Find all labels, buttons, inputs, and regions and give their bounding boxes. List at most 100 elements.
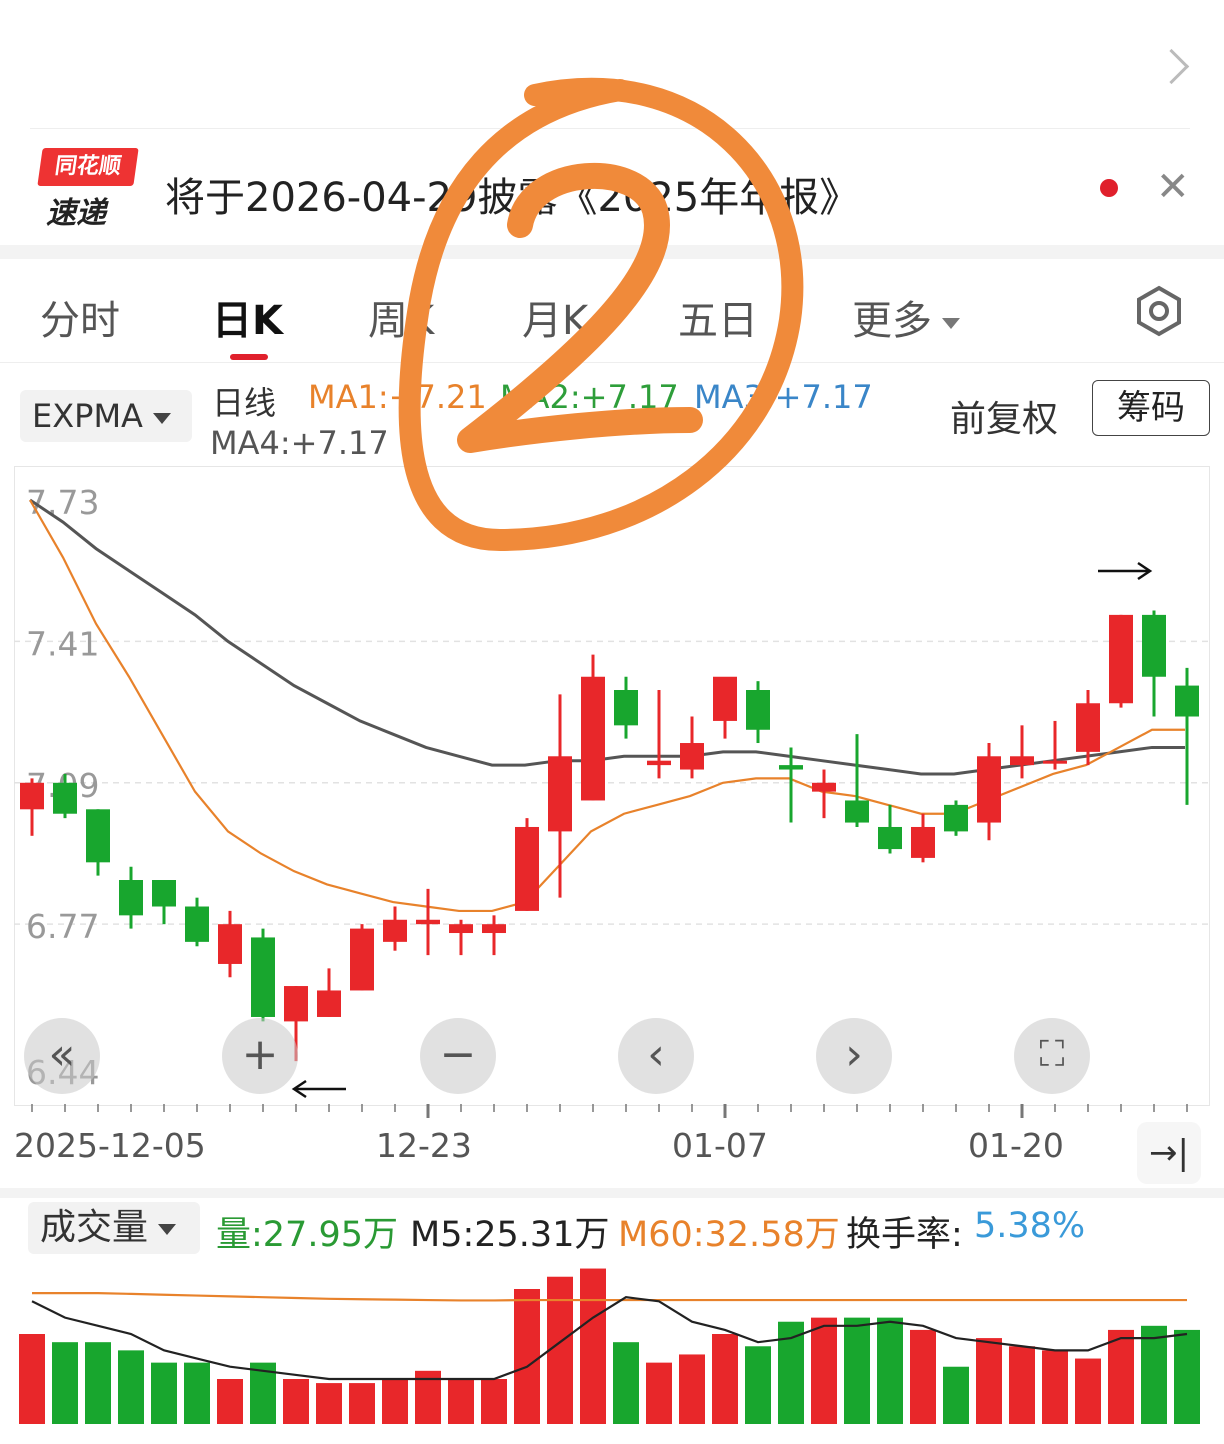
volume-bar — [1141, 1325, 1167, 1424]
candle-body — [515, 826, 539, 911]
divider-band — [0, 1188, 1224, 1198]
ma-dark-line — [29, 498, 1185, 776]
volume-bar — [514, 1289, 540, 1424]
candle-body — [482, 924, 506, 934]
candle-body — [977, 756, 1001, 823]
candle-body — [713, 676, 737, 721]
candle-body — [284, 986, 308, 1022]
volume-bar — [976, 1338, 1002, 1424]
fullscreen-button[interactable]: ⛶ — [1014, 1018, 1090, 1094]
zoom-in-button[interactable]: + — [222, 1018, 298, 1094]
candle-body — [845, 800, 869, 823]
zoom-out-button[interactable]: − — [420, 1018, 496, 1094]
volume-bar — [349, 1383, 375, 1424]
volume-bar — [679, 1354, 705, 1424]
volume-bar — [283, 1379, 309, 1424]
ma1-line — [29, 499, 1185, 913]
volume-indicator-select[interactable]: 成交量 — [28, 1202, 200, 1254]
candle-body — [350, 928, 374, 991]
turnover-value: 5.38% — [974, 1206, 1086, 1246]
candle-body — [152, 880, 176, 907]
candle-body — [86, 809, 110, 863]
price-tick-label: 7.41 — [26, 624, 99, 663]
candle-body — [779, 765, 803, 770]
date-label: 12-23 — [376, 1126, 472, 1165]
scroll-left-button[interactable]: ‹ — [618, 1018, 694, 1094]
candle-body — [317, 990, 341, 1017]
date-label-start: 2025-12-05 — [14, 1126, 206, 1165]
volume-title: 成交量 — [40, 1207, 149, 1248]
candlesticks — [20, 610, 1199, 1062]
volume-bar — [547, 1276, 573, 1424]
volume-bar — [151, 1362, 177, 1424]
candle-body — [680, 743, 704, 770]
date-label: 01-20 — [968, 1126, 1064, 1165]
circled-2-annotation — [398, 77, 804, 551]
candle-body — [1076, 703, 1100, 752]
candle-body — [119, 880, 143, 916]
candle-body — [647, 760, 671, 766]
candle-body — [218, 924, 242, 964]
volume-bar — [448, 1379, 474, 1424]
candle-body — [53, 782, 77, 814]
candle-body — [581, 676, 605, 801]
m5-value: M5:25.31万 — [410, 1215, 610, 1255]
volume-bar — [1108, 1329, 1134, 1424]
candle-body — [185, 906, 209, 942]
candle-body — [878, 826, 902, 850]
volume-bar — [85, 1342, 111, 1424]
price-tick-label: 7.73 — [26, 483, 99, 522]
arrow-left-icon — [291, 1079, 346, 1099]
volume-bar — [811, 1317, 837, 1424]
chevron-down-icon — [158, 1223, 177, 1235]
candle-body — [251, 937, 275, 1017]
candle-body — [20, 782, 44, 810]
volume-bar — [580, 1268, 606, 1424]
volume-bar — [217, 1379, 243, 1424]
candle-body — [1010, 756, 1034, 766]
volume-bar — [52, 1342, 78, 1424]
volume-bar — [118, 1350, 144, 1424]
candle-body — [911, 826, 935, 858]
scroll-right-button[interactable]: › — [816, 1018, 892, 1094]
price-tick-label: 6.77 — [26, 907, 99, 946]
volume-bar — [712, 1334, 738, 1424]
candle-body — [614, 690, 638, 726]
arrow-right-icon — [1098, 561, 1153, 581]
volume-bar — [382, 1379, 408, 1424]
scroll-far-left-button[interactable]: « — [24, 1018, 100, 1094]
volume-bar — [19, 1334, 45, 1424]
date-label: 01-07 — [672, 1126, 768, 1165]
volume-bar — [646, 1362, 672, 1424]
volume-bar — [1174, 1329, 1200, 1424]
volume-bar — [316, 1383, 342, 1424]
candle-body — [944, 804, 968, 832]
m60-value: M60:32.58万 — [618, 1215, 840, 1255]
volume-bar — [745, 1346, 771, 1424]
candle-body — [449, 924, 473, 934]
volume-bar — [844, 1317, 870, 1424]
volume-bar — [1009, 1346, 1035, 1424]
volume-bar — [1075, 1358, 1101, 1424]
candle-body — [383, 919, 407, 942]
volume-bar — [481, 1379, 507, 1424]
candle-body — [812, 782, 836, 792]
volume-value: 量:27.95万 — [216, 1215, 398, 1255]
candle-body — [1175, 685, 1199, 717]
date-tick-marks — [31, 1104, 1188, 1118]
volume-bar — [1042, 1350, 1068, 1424]
candle-body — [1109, 614, 1133, 704]
candle-body — [1043, 760, 1067, 764]
jump-to-end-icon[interactable]: →| — [1137, 1122, 1201, 1184]
volume-bar — [943, 1366, 969, 1424]
volume-bar — [877, 1317, 903, 1424]
candle-body — [548, 756, 572, 832]
turnover-label: 换手率: — [846, 1215, 963, 1255]
candle-body — [416, 919, 440, 925]
volume-bar — [184, 1362, 210, 1424]
candle-body — [746, 690, 770, 730]
volume-bar — [910, 1329, 936, 1424]
volume-bar — [613, 1342, 639, 1424]
moving-average-lines — [29, 498, 1185, 913]
candle-body — [1142, 614, 1166, 677]
